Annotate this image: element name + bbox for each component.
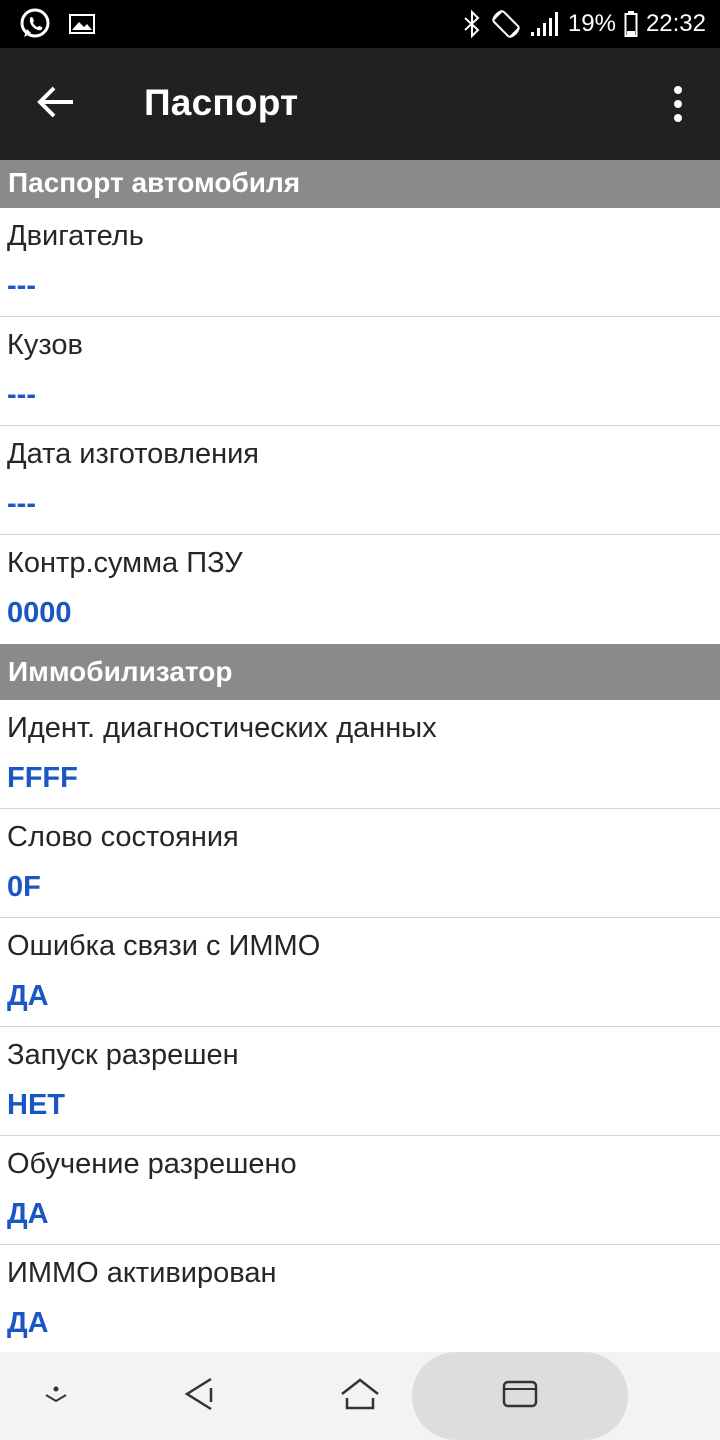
status-bar: 19% 22:32 [0,0,720,48]
image-icon [68,12,96,36]
hide-nav-button[interactable] [16,1352,96,1440]
arrow-left-icon [37,85,75,124]
item-value: 0000 [7,597,72,629]
signal-icon [530,10,560,38]
item-label: Дата изготовления [7,438,259,470]
list-item-learning-allowed[interactable]: Обучение разрешено ДА [0,1136,720,1245]
item-value: НЕТ [7,1089,65,1121]
more-vert-icon [674,86,682,94]
overflow-menu-button[interactable] [658,76,698,132]
clock: 22:32 [645,10,706,37]
list-item-engine[interactable]: Двигатель --- [0,208,720,317]
item-label: Идент. диагностических данных [7,712,437,744]
chevron-down-icon [41,1384,71,1409]
item-label: Кузов [7,329,83,361]
item-label: Контр.сумма ПЗУ [7,547,243,579]
list-item-manufacture-date[interactable]: Дата изготовления --- [0,426,720,535]
list-item-immo-activated[interactable]: ИММО активирован ДА [0,1245,720,1352]
item-value: --- [7,270,36,302]
recents-icon [501,1379,539,1414]
passport-list[interactable]: Паспорт автомобиля Двигатель --- Кузов -… [0,160,720,1352]
whatsapp-icon [18,7,52,41]
item-label: ИММО активирован [7,1257,277,1289]
item-label: Ошибка связи с ИММО [7,930,321,962]
list-item-diag-id[interactable]: Идент. диагностических данных FFFF [0,700,720,809]
rotate-icon [490,8,522,40]
list-item-immo-link-error[interactable]: Ошибка связи с ИММО ДА [0,918,720,1027]
home-button[interactable] [320,1352,400,1440]
list-item-start-allowed[interactable]: Запуск разрешен НЕТ [0,1027,720,1136]
item-label: Двигатель [7,220,144,252]
item-value: ДА [7,980,49,1012]
item-value: ДА [7,1307,49,1339]
nav-back-button[interactable] [160,1352,240,1440]
battery-icon [624,10,638,38]
list-item-rom-checksum[interactable]: Контр.сумма ПЗУ 0000 [0,535,720,644]
app-bar: Паспорт [0,48,720,160]
item-value: --- [7,488,36,520]
battery-percent: 19% [567,10,616,37]
item-value: 0F [7,871,41,903]
item-value: FFFF [7,762,78,794]
nav-back-icon [183,1376,217,1417]
page-title: Паспорт [144,82,299,123]
list-item-status-word[interactable]: Слово состояния 0F [0,809,720,918]
section-header-immobilizer: Иммобилизатор [0,644,720,700]
section-header-car-passport: Паспорт автомобиля [0,160,720,208]
bluetooth-icon [462,9,482,39]
list-item-body[interactable]: Кузов --- [0,317,720,426]
item-value: --- [7,379,36,411]
item-label: Запуск разрешен [7,1039,239,1071]
more-vert-dot [674,100,682,108]
item-label: Слово состояния [7,821,239,853]
more-vert-dot [674,114,682,122]
back-button[interactable] [20,76,92,132]
home-icon [340,1377,380,1416]
navigation-bar [0,1352,720,1440]
item-value: ДА [7,1198,49,1230]
item-label: Обучение разрешено [7,1148,297,1180]
recents-button[interactable] [412,1352,628,1440]
